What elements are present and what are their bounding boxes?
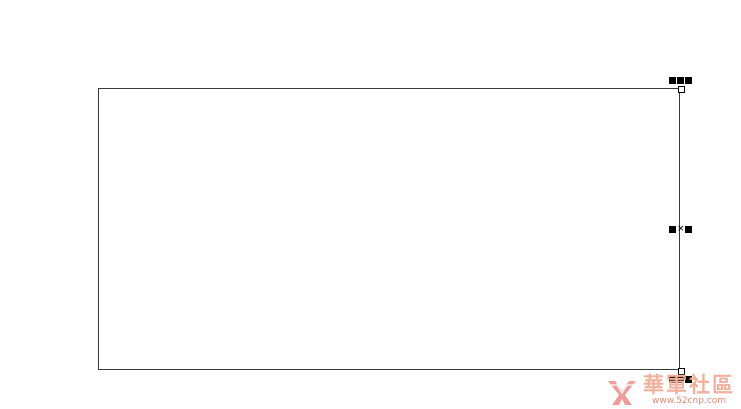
watermark-title: 華軍社區 — [643, 372, 735, 397]
square-handle-icon[interactable] — [685, 77, 692, 84]
ribbon-logo-icon — [608, 381, 636, 405]
top-right-handles[interactable] — [669, 77, 692, 84]
square-handle-icon[interactable] — [685, 226, 692, 233]
square-handle-icon[interactable] — [669, 226, 676, 233]
watermark-url: www.52cnp.com — [651, 396, 727, 406]
square-handle-icon[interactable] — [669, 77, 676, 84]
middle-right-handles[interactable]: × — [669, 224, 692, 234]
x-mark-icon: × — [677, 224, 685, 234]
drawing-canvas[interactable]: × 華軍社區 www.52cnp.com — [0, 0, 741, 409]
square-handle-icon[interactable] — [677, 77, 684, 84]
watermark: 華軍社區 www.52cnp.com — [605, 374, 735, 407]
hollow-anchor-icon[interactable] — [678, 86, 685, 93]
selected-rectangle[interactable] — [98, 88, 680, 370]
